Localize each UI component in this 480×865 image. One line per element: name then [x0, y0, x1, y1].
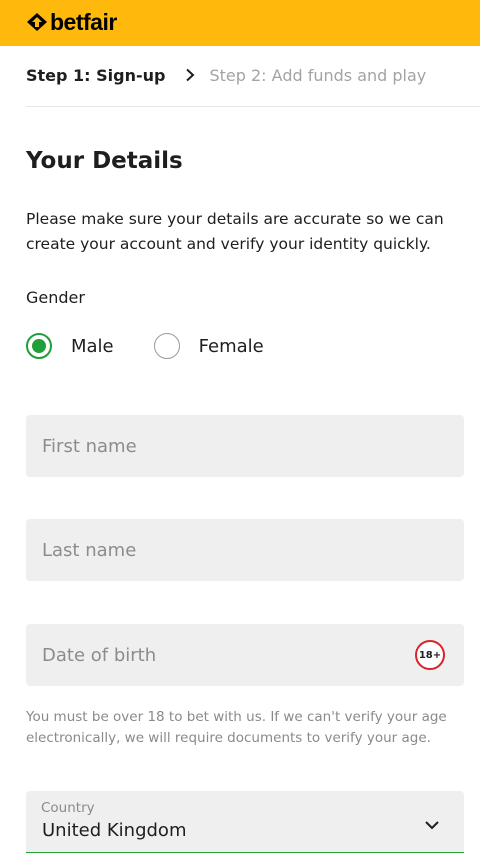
radio-dot [32, 339, 46, 353]
gender-female-radio[interactable]: Female [153, 333, 264, 359]
betfair-arrow-icon [27, 13, 47, 31]
country-label: Country [41, 800, 95, 816]
first-name-field [26, 415, 464, 477]
last-name-field [26, 519, 464, 581]
gender-female-label: Female [198, 335, 264, 357]
first-name-input[interactable] [26, 415, 464, 477]
country-select[interactable]: Country United Kingdom [26, 791, 464, 853]
signup-steps: Step 1: Sign-up Step 2: Add funds and pl… [26, 63, 426, 87]
gender-male-radio[interactable]: Male [26, 333, 114, 359]
page-title: Your Details [26, 148, 183, 174]
age-requirement-note: You must be over 18 to bet with us. If w… [26, 709, 447, 746]
step-2-label: Step 2: Add funds and play [209, 65, 427, 85]
radio-checked-icon [26, 333, 52, 359]
betfair-logo[interactable]: betfair [26, 10, 117, 34]
intro-text: Please make sure your details are accura… [26, 210, 444, 253]
gender-radio-group: Male Female [26, 333, 264, 359]
chevron-down-icon [424, 815, 440, 834]
step-1-label: Step 1: Sign-up [26, 65, 166, 85]
date-of-birth-field: 18+ [26, 624, 464, 686]
gender-male-label: Male [71, 335, 114, 357]
age-18-plus-icon: 18+ [415, 640, 445, 670]
chevron-right-icon [185, 68, 195, 82]
gender-label: Gender [26, 288, 85, 307]
brand-name: betfair [50, 9, 117, 35]
country-value: United Kingdom [42, 820, 187, 841]
radio-unchecked-icon [153, 333, 180, 359]
last-name-input[interactable] [26, 519, 464, 581]
steps-divider [26, 106, 480, 107]
date-of-birth-input[interactable] [26, 624, 464, 686]
top-header: betfair [0, 0, 480, 46]
